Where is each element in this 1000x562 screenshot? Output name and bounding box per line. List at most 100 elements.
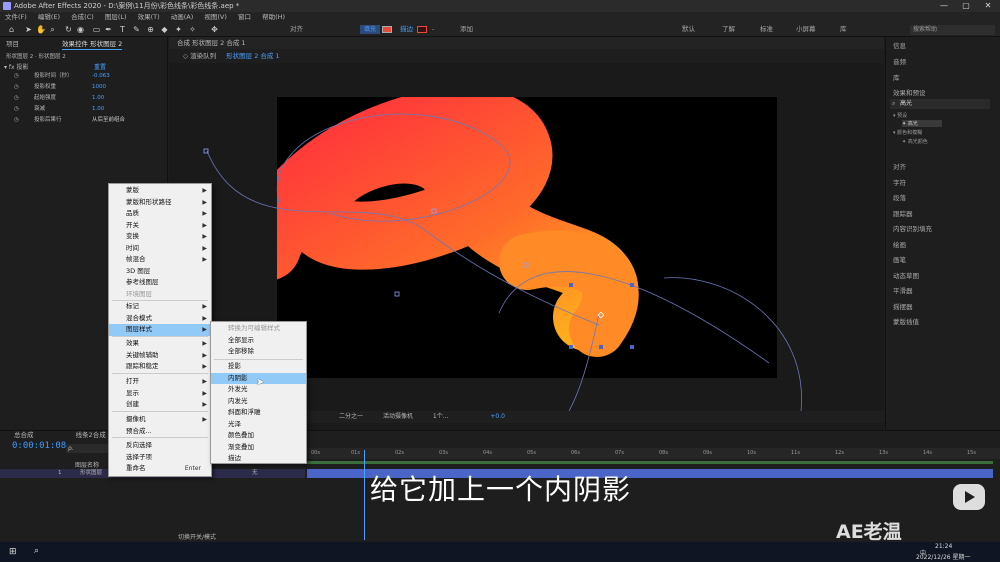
- stopwatch-icon[interactable]: ◷: [14, 72, 19, 81]
- menu-item-frame-blending[interactable]: 帧混合 ▶: [109, 254, 211, 266]
- exposure-value[interactable]: +0.0: [490, 413, 505, 420]
- menu-item-reveal[interactable]: 显示 ▶: [109, 388, 211, 400]
- panel-libraries[interactable]: 库: [893, 72, 900, 82]
- parent-dropdown[interactable]: 无: [252, 469, 258, 478]
- tab-effect-controls[interactable]: 效果控件 形状图层 2: [62, 39, 123, 50]
- workspace-learn[interactable]: 了解: [722, 22, 735, 37]
- submenu-bevel-emboss[interactable]: 斜面和浮雕: [211, 407, 306, 419]
- menu-layer[interactable]: 图层(L): [105, 13, 127, 21]
- tab-composition[interactable]: 合成 形状图层 2 合成 1: [177, 39, 246, 47]
- menu-item-layer-styles[interactable]: 图层样式 ▶: [109, 324, 211, 336]
- menu-help[interactable]: 帮助(H): [262, 13, 285, 21]
- menu-item-switches[interactable]: 开关 ▶: [109, 220, 211, 232]
- submenu-satin[interactable]: 光泽: [211, 419, 306, 431]
- menu-item-markers[interactable]: 标记 ▶: [109, 301, 211, 313]
- menu-item-open[interactable]: 打开 ▶: [109, 376, 211, 388]
- menu-item-blending-mode[interactable]: 混合模式 ▶: [109, 313, 211, 325]
- submenu-color-overlay[interactable]: 颜色叠加: [211, 430, 306, 442]
- workspace-default[interactable]: 默认: [682, 22, 695, 37]
- panel-wiggler[interactable]: 摇摆器: [893, 301, 913, 311]
- rectangle-tool-icon[interactable]: ▭: [92, 25, 101, 34]
- submenu-gradient-overlay[interactable]: 渐变叠加: [211, 442, 306, 454]
- workspace-libraries[interactable]: 库: [840, 22, 847, 37]
- menu-item-invert-selection[interactable]: 反向选择: [109, 440, 211, 452]
- panel-effects-presets[interactable]: 效果和预设: [893, 87, 926, 97]
- stroke-color-swatch[interactable]: [417, 26, 427, 33]
- panel-mask-interpolation[interactable]: 蒙版插值: [893, 316, 919, 326]
- home-icon[interactable]: ⌂: [7, 25, 16, 34]
- clock-date[interactable]: 2022/12/26 星期一: [916, 552, 971, 561]
- close-button[interactable]: ✕: [977, 0, 999, 12]
- pin-tool-icon[interactable]: ✥: [210, 25, 219, 34]
- search-help-input[interactable]: 搜索帮助: [910, 25, 995, 35]
- time-ruler[interactable]: 00s 01s 02s 03s 04s 05s 06s 07s 08s 09s …: [307, 448, 1000, 459]
- work-area-bar[interactable]: [307, 461, 993, 464]
- menu-item-mask[interactable]: 蒙版 ▶: [109, 185, 211, 197]
- roto-tool-icon[interactable]: ✦: [174, 25, 183, 34]
- menu-item-3d-layer[interactable]: 3D 图层: [109, 266, 211, 278]
- eraser-tool-icon[interactable]: ◆: [160, 25, 169, 34]
- views-dropdown[interactable]: 1个...: [433, 413, 449, 420]
- fill-label[interactable]: 填充: [360, 25, 380, 34]
- panel-paragraph[interactable]: 段落: [893, 192, 906, 202]
- menu-item-camera[interactable]: 摄像机 ▶: [109, 414, 211, 426]
- workspace-small-screen[interactable]: 小屏幕: [796, 22, 816, 37]
- rotate-tool-icon[interactable]: ↻: [64, 25, 73, 34]
- tree-item[interactable]: ✦ 高光颜色: [902, 138, 928, 145]
- menu-animation[interactable]: 动画(A): [171, 13, 194, 21]
- menu-item-create[interactable]: 创建 ▶: [109, 399, 211, 411]
- stopwatch-icon[interactable]: ◷: [14, 116, 19, 125]
- panel-paint[interactable]: 绘画: [893, 239, 906, 249]
- clock-time[interactable]: 21:24: [935, 543, 952, 550]
- submenu-show-all[interactable]: 全部显示: [211, 335, 306, 347]
- panel-content-aware-fill[interactable]: 内容识别填充: [893, 223, 932, 233]
- puppet-tool-icon[interactable]: ✧: [188, 25, 197, 34]
- stopwatch-icon[interactable]: ◷: [14, 105, 19, 114]
- zoom-dropdown[interactable]: 二分之一: [339, 413, 363, 420]
- menu-file[interactable]: 文件(F): [5, 13, 27, 21]
- stopwatch-icon[interactable]: ◷: [14, 94, 19, 103]
- menu-item-guide-layer[interactable]: 参考线图层: [109, 277, 211, 289]
- add-label[interactable]: 添加: [460, 22, 473, 37]
- menu-edit[interactable]: 编辑(E): [38, 13, 60, 21]
- submenu-drop-shadow[interactable]: 投影: [211, 361, 306, 373]
- menu-item-track-stabilize[interactable]: 跟踪和稳定 ▶: [109, 361, 211, 373]
- current-time-indicator[interactable]: [364, 450, 365, 540]
- prop-value[interactable]: 1.00: [92, 105, 104, 114]
- prop-value[interactable]: -0.063: [92, 72, 110, 81]
- layer-name[interactable]: 形状图层: [80, 469, 102, 478]
- stopwatch-icon[interactable]: ◷: [14, 83, 19, 92]
- windows-start-icon[interactable]: ⊞: [9, 547, 17, 557]
- panel-smoother[interactable]: 平滑器: [893, 285, 913, 295]
- align-label[interactable]: 对齐: [290, 22, 303, 37]
- hand-tool-icon[interactable]: ✋: [36, 25, 46, 34]
- stroke-label[interactable]: 描边: [400, 22, 413, 37]
- maximize-button[interactable]: ▢: [955, 0, 977, 12]
- panel-tracker[interactable]: 跟踪器: [893, 208, 913, 218]
- comp-breadcrumb-item[interactable]: 形状图层 2 合成 1: [226, 52, 279, 60]
- menu-item-transform[interactable]: 变换 ▶: [109, 231, 211, 243]
- brush-tool-icon[interactable]: ✎: [132, 25, 141, 34]
- menu-window[interactable]: 窗口: [238, 13, 251, 21]
- menu-item-effect[interactable]: 效果 ▶: [109, 338, 211, 350]
- panel-character[interactable]: 字符: [893, 177, 906, 187]
- menu-item-rename[interactable]: 重命名 Enter: [109, 463, 211, 475]
- menu-item-mask-shape-path[interactable]: 蒙版和形状路径 ▶: [109, 197, 211, 209]
- submenu-stroke[interactable]: 描边: [211, 453, 306, 465]
- clone-tool-icon[interactable]: ⊕: [146, 25, 155, 34]
- toggle-switches-modes[interactable]: 切换开关/模式: [178, 532, 216, 541]
- selection-tool-icon[interactable]: ➤: [24, 25, 33, 34]
- tab-line-comp[interactable]: 线条2合成: [76, 431, 106, 439]
- menu-item-select-children[interactable]: 选择子项: [109, 452, 211, 464]
- search-taskbar-icon[interactable]: ⌕: [34, 546, 39, 556]
- fill-color-swatch[interactable]: [382, 26, 392, 33]
- panel-motion-sketch[interactable]: 动态草图: [893, 270, 919, 280]
- menu-view[interactable]: 视图(V): [204, 13, 227, 21]
- panel-info[interactable]: 信息: [893, 40, 906, 50]
- effects-search-input[interactable]: 高光: [890, 99, 990, 109]
- prop-value[interactable]: 1000: [92, 83, 106, 92]
- reset-link[interactable]: 重置: [94, 62, 106, 71]
- prop-value[interactable]: 1.00: [92, 94, 104, 103]
- fx-header[interactable]: ▾ fx 投影: [4, 62, 29, 71]
- workspace-standard[interactable]: 标准: [760, 22, 773, 37]
